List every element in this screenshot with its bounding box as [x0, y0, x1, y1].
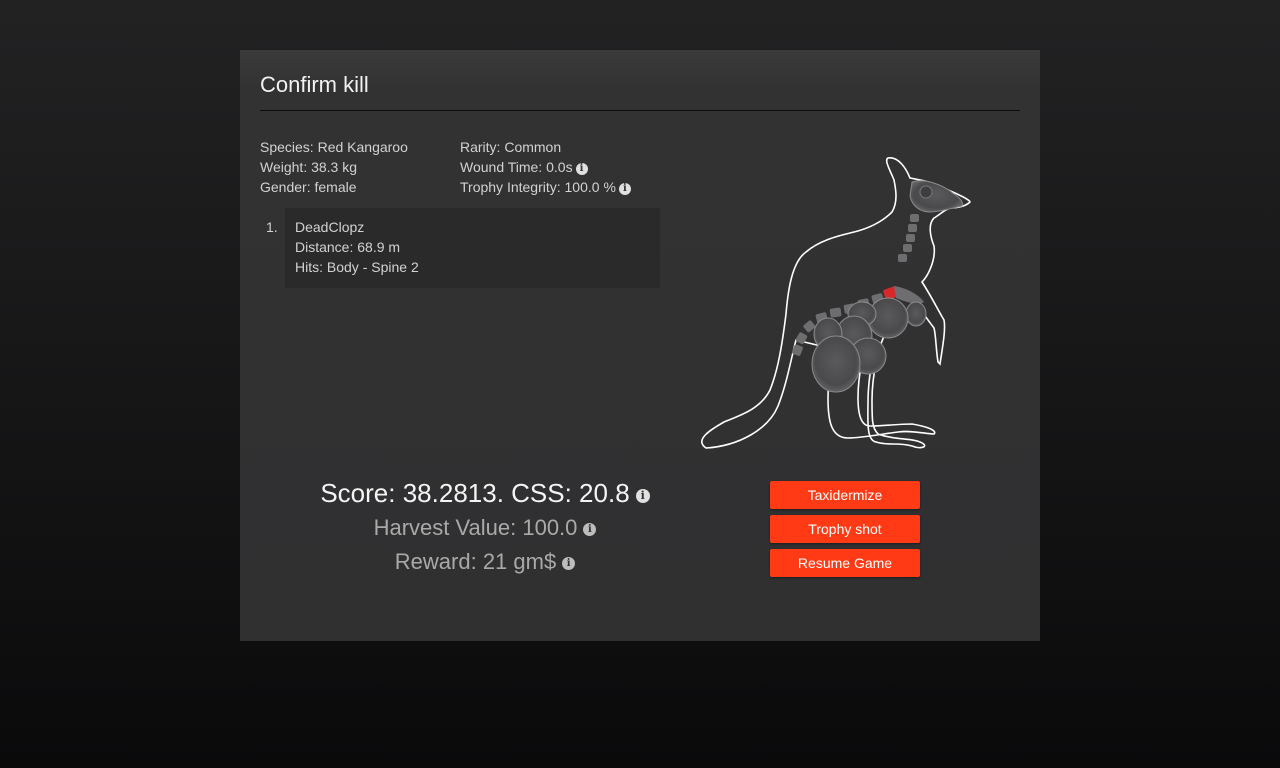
rarity-text: Rarity: Common	[460, 139, 562, 155]
confirm-kill-dialog: Confirm kill Species: Red Kangaroo Weigh…	[240, 50, 1040, 641]
info-icon[interactable]: i	[583, 523, 597, 536]
harvest-value-row: Harvest Value: 100.0 i	[240, 511, 730, 545]
reward-text: Reward: 21 gm$	[394, 549, 557, 574]
kangaroo-hit-diagram	[701, 157, 971, 449]
trophy-integrity-text: Trophy Integrity: 100.0 %	[460, 179, 616, 195]
taxidermize-button[interactable]: Taxidermize	[770, 481, 920, 509]
hunter-hits: Hits: Body - Spine 2	[295, 259, 419, 275]
info-icon[interactable]: i	[635, 489, 650, 503]
info-icon[interactable]: i	[575, 163, 588, 175]
weight-text: Weight: 38.3 kg	[260, 159, 358, 175]
hunter-distance: Distance: 68.9 m	[295, 239, 401, 255]
hunter-index: 1.	[266, 219, 278, 235]
hunter-list-item: DeadClopz Distance: 68.9 m Hits: Body - …	[285, 208, 660, 288]
trophy-integrity-row: Trophy Integrity: 100.0 % i	[460, 177, 631, 197]
stats-right: Rarity: Common Wound Time: 0.0s i Trophy …	[460, 137, 631, 197]
resume-game-button[interactable]: Resume Game	[770, 549, 920, 577]
score-summary: Score: 38.2813. CSS: 20.8 i Harvest Value…	[240, 475, 730, 579]
trophy-shot-button[interactable]: Trophy shot	[770, 515, 920, 543]
info-icon[interactable]: i	[562, 557, 576, 570]
stats-left: Species: Red Kangaroo Weight: 38.3 kg Ge…	[260, 137, 408, 197]
hunter-name: DeadClopz	[295, 219, 365, 235]
reward-row: Reward: 21 gm$ i	[240, 545, 730, 579]
species-text: Species: Red Kangaroo	[260, 139, 408, 155]
dialog-title: Confirm kill	[260, 72, 369, 97]
title-divider	[260, 110, 1020, 111]
gender-text: Gender: female	[260, 179, 357, 195]
info-icon[interactable]: i	[618, 183, 631, 195]
wound-time-row: Wound Time: 0.0s i	[460, 157, 631, 177]
harvest-value-text: Harvest Value: 100.0	[373, 515, 578, 540]
score-text: Score: 38.2813. CSS: 20.8	[320, 478, 630, 508]
wound-time-text: Wound Time: 0.0s	[460, 159, 573, 175]
score-row: Score: 38.2813. CSS: 20.8 i	[240, 475, 730, 511]
